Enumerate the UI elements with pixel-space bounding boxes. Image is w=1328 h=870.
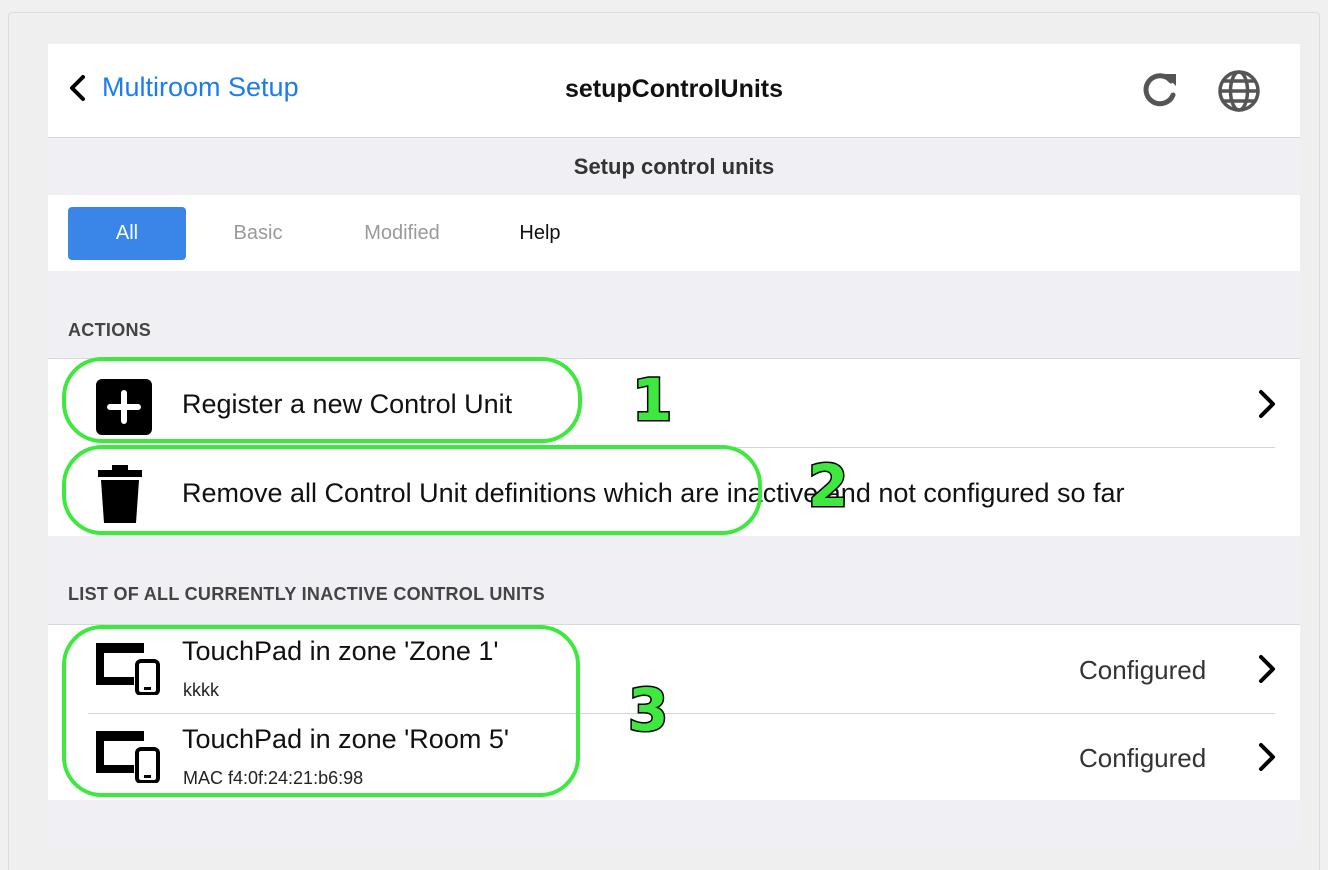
tab-modified[interactable]: Modified [342,207,462,260]
tab-all[interactable]: All [68,207,186,260]
devices-icon [96,731,160,783]
refresh-button[interactable] [1138,68,1182,117]
unit-subtitle: kkkk [183,680,219,700]
chevron-right-icon [1259,743,1275,771]
devices-icon [96,643,160,695]
section-title: Setup control units [48,139,1300,195]
refresh-icon [1143,73,1176,107]
register-control-unit-label: Register a new Control Unit [182,389,513,419]
remove-inactive-units-label: Remove all Control Unit definitions whic… [182,478,1125,508]
annotation-number: 3 [626,675,669,746]
tab-basic[interactable]: Basic [218,207,298,260]
language-button[interactable] [1216,68,1262,119]
unit-subtitle: MAC f4:0f:24:21:b6:98 [183,768,364,788]
list-item[interactable]: TouchPad in zone 'Zone 1' kkkk Configure… [48,625,1300,713]
actions-header: ACTIONS [68,320,152,340]
unit-title: TouchPad in zone 'Room 5' [182,724,510,754]
page-title: setupControlUnits [564,75,784,103]
actions-list: Register a new Control Unit Remove all C… [48,358,1300,536]
inactive-units-header: LIST OF ALL CURRENTLY INACTIVE CONTROL U… [68,584,545,604]
plus-square-icon [96,379,152,435]
settings-panel: Multiroom Setup setupControlUnits Setup … [48,44,1300,846]
tab-help[interactable]: Help [500,207,580,260]
annotation-number: 1 [630,365,673,436]
remove-inactive-units-row[interactable]: Remove all Control Unit definitions whic… [48,448,1300,537]
globe-icon [1218,70,1260,112]
unit-title: TouchPad in zone 'Zone 1' [182,636,499,666]
list-item[interactable]: TouchPad in zone 'Room 5' MAC f4:0f:24:2… [48,714,1300,801]
annotation-number: 2 [806,451,849,522]
navigation-bar: Multiroom Setup setupControlUnits [48,44,1300,138]
register-control-unit-row[interactable]: Register a new Control Unit [48,359,1300,447]
unit-status: Configured [1079,655,1207,685]
unit-status: Configured [1079,743,1207,773]
inactive-units-list: TouchPad in zone 'Zone 1' kkkk Configure… [48,624,1300,800]
filter-tabs: All Basic Modified Help [48,195,1300,271]
chevron-right-icon [1259,655,1275,683]
trash-icon [98,465,142,523]
chevron-right-icon [1259,390,1275,418]
